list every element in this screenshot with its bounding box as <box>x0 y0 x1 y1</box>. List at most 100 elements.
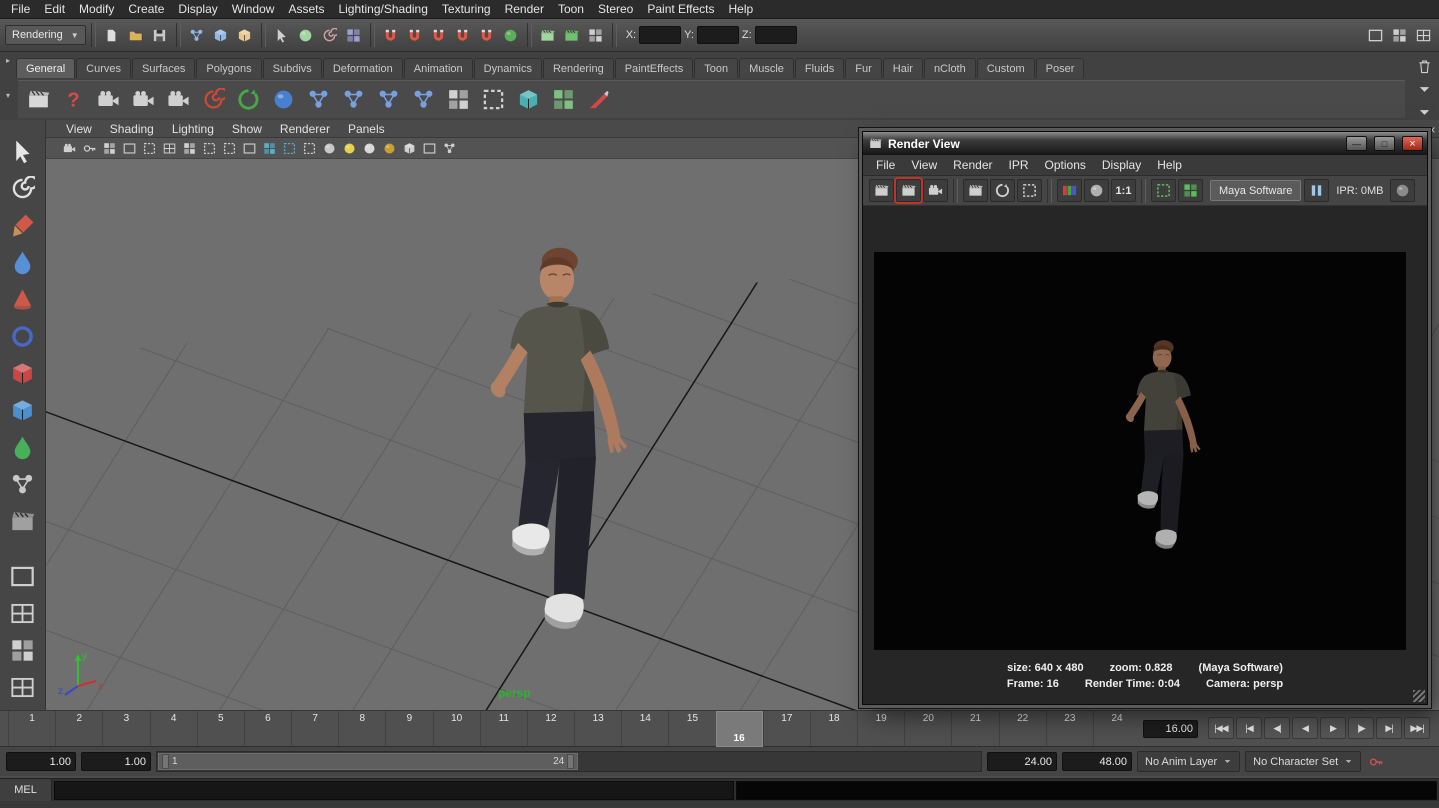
pause-ipr-tuning-icon[interactable] <box>1304 179 1329 202</box>
select-camera-icon[interactable] <box>60 139 79 158</box>
render-view-titlebar[interactable]: Render View — □ × <box>863 132 1427 155</box>
render-settings-icon[interactable] <box>585 24 607 46</box>
grid-toggle-icon[interactable] <box>180 139 199 158</box>
scale-tool[interactable] <box>6 356 40 390</box>
menu-file[interactable]: File <box>4 0 37 18</box>
rv-menu-view[interactable]: View <box>904 156 944 174</box>
scene-slate-icon[interactable] <box>22 84 54 116</box>
downstream-nodes-icon[interactable] <box>407 84 439 116</box>
camera-attributes-icon[interactable] <box>100 139 119 158</box>
toolbar-separator[interactable] <box>91 23 96 47</box>
ipr-status-icon[interactable] <box>1390 179 1415 202</box>
step-back-key-button[interactable]: ◀| <box>1264 717 1290 739</box>
shelf-tab-subdivs[interactable]: Subdivs <box>263 58 322 78</box>
x-coordinate-input[interactable] <box>639 26 681 44</box>
snap-to-view-planes-icon[interactable] <box>476 24 498 46</box>
shelf-tab-rendering[interactable]: Rendering <box>543 58 614 78</box>
timeline-frame-21[interactable]: 21 <box>951 711 998 747</box>
last-tool-used[interactable] <box>6 504 40 538</box>
toolbar-separator[interactable] <box>176 23 181 47</box>
range-end-handle[interactable] <box>567 754 574 769</box>
paint-selection-tool[interactable] <box>6 208 40 242</box>
shelf-tab-deformation[interactable]: Deformation <box>323 58 403 78</box>
select-object-icon[interactable] <box>210 24 232 46</box>
lasso-select-tool[interactable] <box>6 171 40 205</box>
shelf-tab-polygons[interactable]: Polygons <box>196 58 261 78</box>
animation-end-input[interactable]: 48.00 <box>1062 752 1132 771</box>
shelf-tab-muscle[interactable]: Muscle <box>739 58 794 78</box>
timeline-frame-14[interactable]: 14 <box>621 711 668 747</box>
snap-to-grids-icon[interactable] <box>380 24 402 46</box>
move-tool[interactable] <box>6 282 40 316</box>
sever-connection-icon[interactable] <box>582 84 614 116</box>
rgb-channels-icon[interactable] <box>1057 179 1082 202</box>
menu-toon[interactable]: Toon <box>551 0 591 18</box>
persp-outliner-layout-button[interactable] <box>6 633 40 667</box>
shelf-tab-ncloth[interactable]: nCloth <box>924 58 976 78</box>
shelf-trash-icon[interactable] <box>1414 56 1434 76</box>
renderer-dropdown[interactable]: Maya Software <box>1210 180 1301 201</box>
toolbar-separator[interactable] <box>612 23 617 47</box>
timeline-frame-3[interactable]: 3 <box>102 711 149 747</box>
menu-edit[interactable]: Edit <box>37 0 72 18</box>
camera-icon[interactable] <box>92 84 124 116</box>
current-frame-marker[interactable]: 16 <box>716 711 763 747</box>
snapshot-icon[interactable] <box>923 179 948 202</box>
one-to-one-icon[interactable]: 1:1 <box>1111 179 1136 202</box>
menu-texturing[interactable]: Texturing <box>435 0 498 18</box>
lock-camera-icon[interactable] <box>80 139 99 158</box>
ipr-render-icon[interactable] <box>561 24 583 46</box>
shelf-tab-animation[interactable]: Animation <box>404 58 473 78</box>
timeline-frame-5[interactable]: 5 <box>197 711 244 747</box>
current-time-input[interactable]: 16.00 <box>1143 720 1198 738</box>
play-backwards-button[interactable]: ◀ <box>1292 717 1318 739</box>
four-pane-layout-button[interactable] <box>6 596 40 630</box>
toolbar-separator[interactable] <box>527 23 532 47</box>
2d-pan-zoom-icon[interactable] <box>160 139 179 158</box>
isolate-select-icon[interactable] <box>420 139 439 158</box>
show-manipulator-tool[interactable] <box>6 467 40 501</box>
timeline-frame-11[interactable]: 11 <box>480 711 527 747</box>
step-back-frame-button[interactable]: |◀ <box>1236 717 1262 739</box>
toolbar-separator[interactable] <box>370 23 375 47</box>
mask-handles-icon[interactable] <box>271 24 293 46</box>
menu-render[interactable]: Render <box>498 0 551 18</box>
soft-modification-tool[interactable] <box>6 430 40 464</box>
make-live-icon[interactable] <box>500 24 522 46</box>
select-component-icon[interactable] <box>234 24 256 46</box>
new-scene-icon[interactable] <box>101 24 123 46</box>
step-forward-key-button[interactable]: |▶ <box>1348 717 1374 739</box>
range-slider-track[interactable]: 1 24 <box>156 751 982 772</box>
rv-menu-file[interactable]: File <box>869 156 902 174</box>
timeline-frame-9[interactable]: 9 <box>385 711 432 747</box>
share-view-icon[interactable] <box>440 139 459 158</box>
timeline-frame-6[interactable]: 6 <box>244 711 291 747</box>
playback-end-input[interactable]: 24.00 <box>987 752 1057 771</box>
keep-image-icon[interactable] <box>1151 179 1176 202</box>
redo-previous-render-icon[interactable] <box>896 179 921 202</box>
remove-image-icon[interactable] <box>1178 179 1203 202</box>
timeline-frame-7[interactable]: 7 <box>291 711 338 747</box>
character-model[interactable] <box>480 244 670 662</box>
shelf-tab-dynamics[interactable]: Dynamics <box>474 58 542 78</box>
timeline-frame-12[interactable]: 12 <box>527 711 574 747</box>
channel-box-toggle-icon[interactable] <box>1412 24 1434 46</box>
snap-to-curves-icon[interactable] <box>404 24 426 46</box>
panel-menu-lighting[interactable]: Lighting <box>164 121 222 137</box>
minimize-button[interactable]: — <box>1346 136 1367 151</box>
refresh-ipr-image-icon[interactable] <box>990 179 1015 202</box>
playback-start-input[interactable]: 1.00 <box>81 752 151 771</box>
shadows-icon[interactable] <box>400 139 419 158</box>
resolution-gate-icon[interactable] <box>220 139 239 158</box>
no-lights-icon[interactable] <box>380 139 399 158</box>
rv-menu-display[interactable]: Display <box>1095 156 1148 174</box>
playback-range-bar[interactable]: 1 24 <box>158 753 578 770</box>
timeline-frame-22[interactable]: 22 <box>999 711 1046 747</box>
select-hierarchy-icon[interactable] <box>186 24 208 46</box>
timeline-frame-24[interactable]: 24 <box>1093 711 1140 747</box>
rv-menu-render[interactable]: Render <box>946 156 999 174</box>
safe-action-icon[interactable] <box>280 139 299 158</box>
shelf-tab-toon[interactable]: Toon <box>694 58 738 78</box>
play-forwards-button[interactable]: ▶ <box>1320 717 1346 739</box>
menu-create[interactable]: Create <box>121 0 171 18</box>
